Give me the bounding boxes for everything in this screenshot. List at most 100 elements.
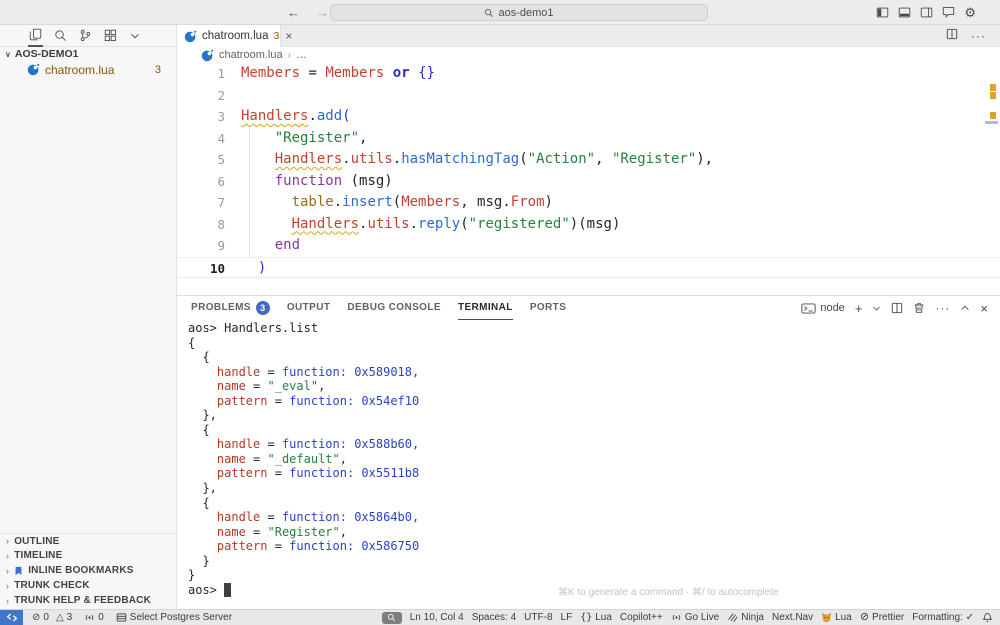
line-number: 3 — [177, 106, 225, 128]
braces-icon: {} — [580, 613, 592, 623]
breadcrumb-file[interactable]: chatroom.lua — [219, 49, 283, 61]
maximize-panel-icon[interactable] — [960, 303, 970, 313]
split-icon — [891, 302, 903, 314]
lua-file-icon — [201, 49, 214, 62]
breadcrumb-more[interactable]: … — [296, 49, 307, 61]
status-postgres[interactable]: Select Postgres Server — [116, 612, 232, 623]
more-actions-icon[interactable]: ··· — [971, 28, 986, 43]
status-lua-language-server[interactable]: Lua — [821, 612, 852, 623]
tab-chatroom-lua[interactable]: chatroom.lua 3 × — [177, 25, 281, 47]
breadcrumb[interactable]: chatroom.lua › … — [177, 47, 1000, 63]
chevron-right-icon: › — [288, 50, 291, 61]
activity-explorer-icon[interactable] — [28, 25, 43, 47]
terminal-process[interactable]: node — [801, 302, 844, 314]
command-center-search[interactable]: aos-demo1 — [330, 4, 708, 21]
status-encoding[interactable]: UTF-8 — [524, 612, 552, 623]
close-panel-icon[interactable]: × — [980, 302, 988, 315]
terminal-box-icon — [801, 303, 816, 314]
warning-count: 3 — [67, 612, 73, 623]
toggle-primary-sidebar-icon[interactable] — [876, 6, 889, 19]
panel-actions: node + ··· × — [801, 296, 1000, 320]
overview-ruler-cursor-mark — [985, 121, 998, 124]
panel-tab-ports[interactable]: PORTS — [530, 296, 566, 320]
chevron-right-icon: › — [6, 551, 9, 561]
file-item-chatroom[interactable]: chatroom.lua 3 — [0, 61, 176, 78]
line-number: 1 — [177, 63, 225, 85]
new-terminal-icon[interactable]: + — [855, 302, 863, 315]
indent-guide — [249, 128, 250, 257]
status-bar: ⊘ 0 △ 3 0 Select Postgres Server Ln 10, … — [0, 609, 1000, 625]
code-line-5: 5 Handlers.utils.hasMatchingTag("Action"… — [177, 149, 1000, 171]
code-line-3: 3Handlers.add( — [177, 106, 1000, 128]
sidebar: ∨ AOS-DEMO1 chatroom.lua 3 ›OUTLINE›TIME… — [0, 25, 177, 609]
terminal-output[interactable]: aos> Handlers.list{ { handle = function:… — [188, 321, 1000, 609]
code-line-8: 8 Handlers.utils.reply("registered")(msg… — [177, 214, 1000, 236]
lua-file-icon — [27, 63, 40, 76]
code-editor[interactable]: 1Members = Members or {}23Handlers.add(4… — [177, 63, 1000, 295]
nav-forward-button[interactable]: → — [316, 5, 329, 20]
split-editor-icon[interactable] — [946, 28, 958, 43]
overview-ruler-warning-mark — [990, 112, 996, 119]
status-indentation[interactable]: Spaces: 4 — [472, 612, 516, 623]
postgres-label: Select Postgres Server — [130, 612, 232, 623]
status-copilot[interactable]: Copilot++ — [620, 612, 663, 623]
nav-back-button[interactable]: ← — [287, 5, 300, 20]
launch-profile-icon[interactable] — [872, 304, 881, 313]
kill-terminal-icon[interactable] — [913, 302, 925, 314]
status-language-mode[interactable]: {}Lua — [580, 612, 612, 623]
server-icon — [116, 612, 127, 623]
live-icon — [671, 612, 682, 623]
sidebar-section-trunk-check[interactable]: ›TRUNK CHECK — [0, 578, 176, 593]
status-go-live[interactable]: Go Live — [671, 612, 719, 623]
section-label: OUTLINE — [14, 536, 59, 547]
chevron-right-icon: › — [6, 596, 9, 606]
terminal-line-13: { — [188, 496, 1000, 511]
remote-indicator[interactable] — [0, 610, 23, 625]
explorer-root-folder[interactable]: ∨ AOS-DEMO1 — [0, 47, 176, 61]
activity-more-views-icon[interactable] — [128, 25, 142, 47]
ports-count: 0 — [98, 612, 104, 623]
status-prettier[interactable]: ⊘Prettier — [860, 612, 904, 623]
status-ports[interactable]: 0 — [84, 612, 104, 623]
close-icon[interactable]: × — [285, 29, 292, 43]
panel-tab-debug-console[interactable]: DEBUG CONSOLE — [347, 296, 441, 320]
trash-icon — [913, 302, 925, 314]
section-label: INLINE BOOKMARKS — [28, 565, 133, 576]
line-number: 9 — [177, 235, 225, 257]
code-line-7: 7 table.insert(Members, msg.From) — [177, 192, 1000, 214]
sidebar-section-timeline[interactable]: ›TIMELINE — [0, 548, 176, 563]
status-zoom-indicator[interactable] — [382, 612, 402, 624]
terminal-line-17: } — [188, 554, 1000, 569]
activity-extensions-icon[interactable] — [103, 25, 118, 47]
activity-source-control-icon[interactable] — [78, 25, 93, 47]
editor-group: chatroom.lua 3 × ··· chatroom.lua › … 1M… — [177, 25, 1000, 609]
feedback-icon[interactable] — [942, 6, 955, 18]
settings-icon[interactable]: ⚙ — [964, 6, 976, 19]
more-actions-icon[interactable]: ··· — [935, 302, 950, 314]
status-formatting[interactable]: Formatting: ✓ — [912, 612, 974, 623]
panel-tab-output[interactable]: OUTPUT — [287, 296, 331, 320]
terminal-cursor — [224, 583, 231, 597]
status-next-nav[interactable]: Next.Nav — [772, 612, 813, 623]
terminal-line-10: name = "_default", — [188, 452, 1000, 467]
tab-problems-badge: 3 — [273, 30, 279, 42]
sidebar-section-trunk-help-feedback[interactable]: ›TRUNK HELP & FEEDBACK — [0, 593, 176, 608]
status-notifications[interactable] — [982, 612, 993, 623]
activity-search-icon[interactable] — [53, 25, 68, 47]
panel-tab-problems[interactable]: PROBLEMS3 — [191, 296, 270, 320]
toggle-secondary-sidebar-icon[interactable] — [920, 6, 933, 19]
line-number: 10 — [177, 258, 225, 278]
status-ninja[interactable]: Ninja — [727, 612, 764, 623]
split-terminal-icon[interactable] — [891, 302, 903, 314]
line-number: 5 — [177, 149, 225, 171]
status-eol[interactable]: LF — [561, 612, 573, 623]
toggle-panel-icon[interactable] — [898, 6, 911, 19]
sidebar-section-inline-bookmarks[interactable]: › INLINE BOOKMARKS — [0, 563, 176, 578]
chevron-right-icon: › — [6, 566, 9, 576]
status-problems[interactable]: ⊘ 0 △ 3 — [32, 612, 72, 623]
panel-tab-terminal[interactable]: TERMINAL — [458, 296, 513, 320]
sidebar-section-outline[interactable]: ›OUTLINE — [0, 533, 176, 548]
file-problems-badge: 3 — [155, 64, 161, 76]
terminal-line-18: } — [188, 568, 1000, 583]
status-cursor-position[interactable]: Ln 10, Col 4 — [410, 612, 464, 623]
